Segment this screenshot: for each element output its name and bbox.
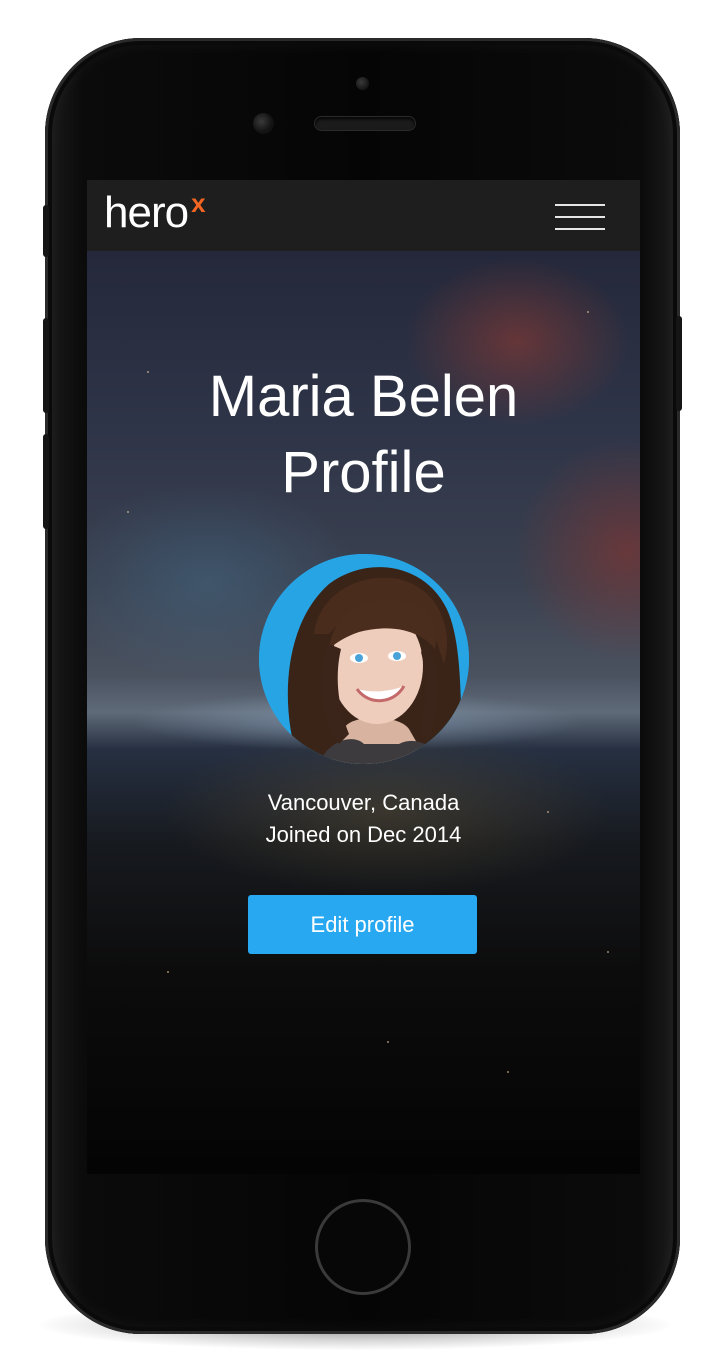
front-camera-icon	[253, 113, 274, 134]
earpiece-speaker	[315, 117, 415, 130]
star-decoration	[587, 311, 589, 313]
edit-profile-button[interactable]: Edit profile	[248, 895, 477, 954]
proximity-sensor	[356, 77, 369, 90]
power-button	[676, 316, 682, 411]
profile-name: Maria Belen	[208, 364, 519, 429]
avatar	[259, 554, 469, 764]
star-decoration	[167, 971, 169, 973]
profile-joined-date: Joined on Dec 2014	[265, 822, 462, 847]
star-decoration	[127, 511, 129, 513]
profile-location: Vancouver, Canada	[267, 790, 460, 815]
star-decoration	[607, 951, 609, 953]
home-button[interactable]	[315, 1199, 411, 1295]
herox-logo[interactable]: hero x	[104, 188, 206, 238]
user-photo-icon	[259, 554, 469, 764]
profile-hero: Maria Belen Profile Vancouver, Canada Jo…	[87, 251, 640, 1174]
device-mockup: hero x Maria Belen Profile Vancouver, Ca…	[0, 0, 710, 1371]
hamburger-menu-icon[interactable]	[555, 202, 607, 232]
star-decoration	[507, 1071, 509, 1073]
phone-screen: hero x Maria Belen Profile Vancouver, Ca…	[87, 180, 640, 1174]
mute-switch	[43, 205, 49, 257]
star-decoration	[387, 1041, 389, 1043]
logo-text: hero	[104, 188, 189, 237]
profile-title-suffix: Profile	[281, 440, 446, 505]
logo-x-mark: x	[191, 188, 206, 218]
top-navbar: hero x	[87, 180, 640, 251]
volume-down-button	[43, 434, 49, 529]
page-title: Maria Belen Profile	[87, 359, 640, 511]
volume-up-button	[43, 318, 49, 413]
